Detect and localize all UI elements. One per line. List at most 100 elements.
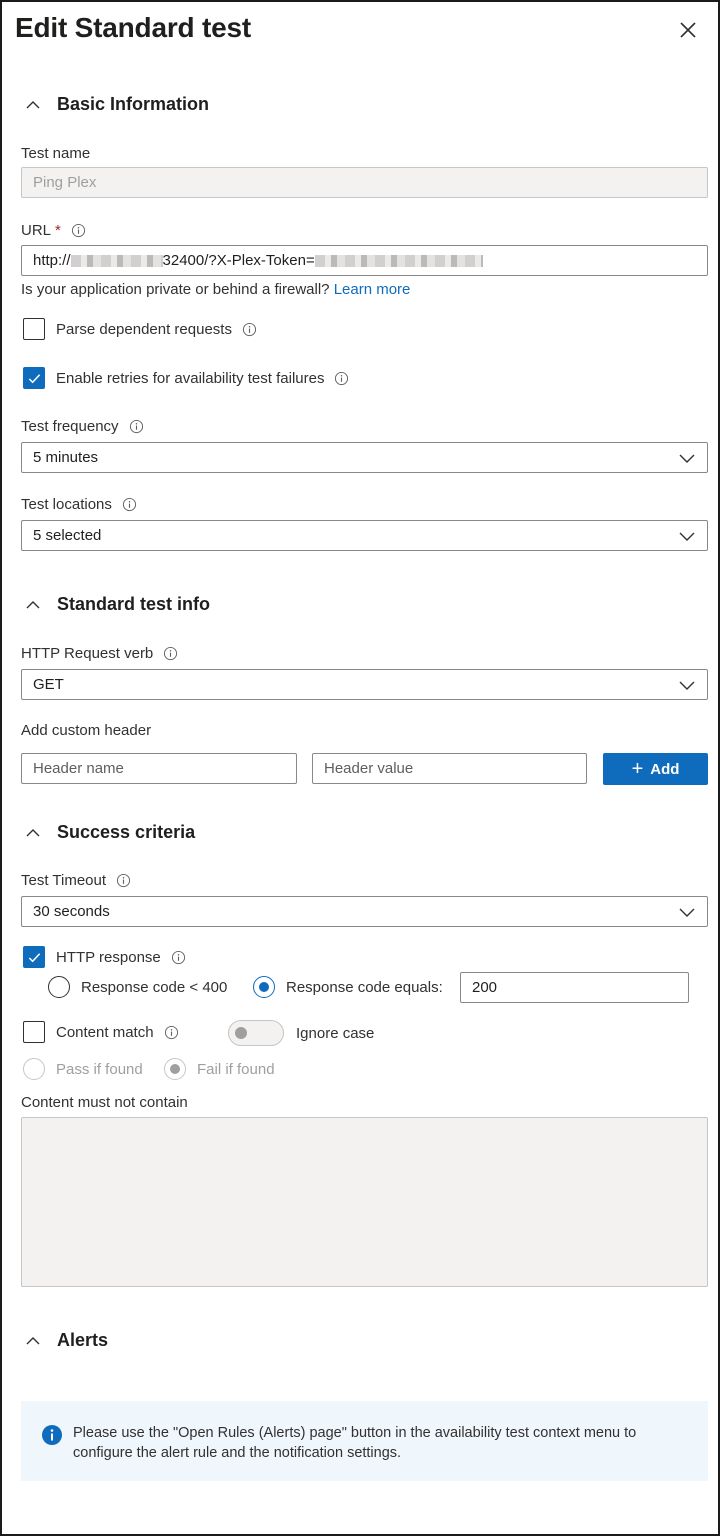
alerts-notice-line: Please use the "Open Rules (Alerts) page… [73, 1425, 637, 1441]
info-icon[interactable] [163, 646, 178, 661]
enable-retries-checkbox[interactable] [23, 367, 45, 389]
redacted-token [314, 254, 483, 267]
required-indicator: * [55, 222, 61, 239]
add-header-button[interactable]: + Add [603, 753, 708, 785]
test-locations-dropdown[interactable]: 5 selected [21, 520, 708, 551]
http-verb-dropdown[interactable]: GET [21, 669, 708, 700]
close-icon[interactable] [674, 16, 702, 44]
chevron-down-icon [679, 908, 695, 917]
info-filled-icon [42, 1425, 62, 1445]
radio-pass-if-found[interactable]: Pass if found [23, 1058, 143, 1080]
url-prefix: http:// [33, 252, 71, 269]
parse-dependent-label: Parse dependent requests [56, 320, 232, 338]
response-lt400-radio[interactable] [48, 976, 70, 998]
chevron-down-icon [679, 532, 695, 541]
test-frequency-label-text: Test frequency [21, 418, 119, 435]
section-heading: Alerts [57, 1330, 109, 1350]
http-verb-value: GET [33, 676, 64, 693]
edit-standard-test-panel: Edit Standard test Basic Information Tes… [0, 0, 720, 1536]
test-timeout-value: 30 seconds [33, 903, 110, 920]
response-code-input[interactable]: 200 [460, 972, 689, 1003]
http-response-label: HTTP response [56, 948, 161, 966]
section-basic-information[interactable]: Basic Information [21, 94, 209, 115]
checkmark-icon [28, 373, 40, 383]
chevron-up-icon [26, 1336, 40, 1344]
response-lt400-label: Response code < 400 [81, 978, 228, 996]
pass-if-found-label: Pass if found [56, 1060, 143, 1078]
chevron-up-icon [26, 828, 40, 836]
fail-if-found-radio[interactable] [164, 1058, 186, 1080]
fail-if-found-label: Fail if found [197, 1060, 275, 1078]
url-input[interactable]: http:// 32400/?X-Plex-Token= [21, 245, 708, 276]
test-timeout-label-text: Test Timeout [21, 872, 107, 889]
chevron-up-icon [26, 600, 40, 608]
url-label-text: URL [21, 222, 52, 239]
info-icon[interactable] [171, 950, 186, 965]
header-value-placeholder: Header value [324, 760, 414, 777]
http-response[interactable]: HTTP response [23, 946, 186, 968]
test-locations-value: 5 selected [33, 527, 102, 544]
pass-if-found-radio[interactable] [23, 1058, 45, 1080]
response-equals-label: Response code equals: [286, 978, 443, 996]
url-label: URL * [21, 222, 86, 239]
radio-response-equals[interactable]: Response code equals: [253, 976, 443, 998]
header-name-placeholder: Header name [33, 760, 124, 777]
info-icon[interactable] [164, 1025, 179, 1040]
header-name-input[interactable]: Header name [21, 753, 297, 784]
section-heading: Success criteria [57, 822, 196, 842]
test-name-value: Ping Plex [33, 174, 97, 191]
radio-response-lt400[interactable]: Response code < 400 [48, 976, 227, 998]
response-equals-radio[interactable] [253, 976, 275, 998]
test-frequency-label: Test frequency [21, 418, 144, 435]
content-match-label: Content match [56, 1023, 154, 1041]
plus-icon: + [631, 758, 644, 780]
chevron-down-icon [679, 454, 695, 463]
info-icon[interactable] [122, 497, 137, 512]
content-match[interactable]: Content match [23, 1021, 179, 1043]
info-icon[interactable] [116, 873, 131, 888]
ignore-case[interactable]: Ignore case [228, 1020, 374, 1046]
test-name-label: Test name [21, 145, 91, 162]
http-verb-label-text: HTTP Request verb [21, 645, 154, 662]
info-icon[interactable] [242, 322, 257, 337]
content-match-checkbox[interactable] [23, 1021, 45, 1043]
info-icon[interactable] [129, 419, 144, 434]
section-success-criteria[interactable]: Success criteria [21, 822, 195, 843]
info-icon[interactable] [71, 223, 86, 238]
radio-fail-if-found[interactable]: Fail if found [164, 1058, 275, 1080]
ignore-case-label: Ignore case [296, 1024, 375, 1042]
enable-retries[interactable]: Enable retries for availability test fai… [23, 367, 349, 389]
section-standard-test-info[interactable]: Standard test info [21, 594, 210, 615]
alerts-notice-text: Please use the "Open Rules (Alerts) page… [73, 1423, 636, 1463]
alerts-info-notice: Please use the "Open Rules (Alerts) page… [21, 1401, 708, 1481]
section-heading: Basic Information [57, 94, 210, 114]
section-heading: Standard test info [57, 594, 211, 614]
test-locations-label: Test locations [21, 496, 137, 513]
panel-title: Edit Standard test [15, 12, 251, 43]
response-code-value: 200 [472, 979, 498, 996]
chevron-down-icon [679, 681, 695, 690]
parse-dependent-requests[interactable]: Parse dependent requests [23, 318, 257, 340]
checkmark-icon [28, 952, 40, 962]
custom-header-label: Add custom header [21, 722, 152, 739]
parse-dependent-checkbox[interactable] [23, 318, 45, 340]
info-icon[interactable] [334, 371, 349, 386]
add-button-label: Add [650, 760, 680, 778]
firewall-hint: Is your application private or behind a … [21, 281, 410, 298]
redacted-host [70, 254, 163, 267]
learn-more-link[interactable]: Learn more [334, 281, 411, 298]
test-timeout-dropdown[interactable]: 30 seconds [21, 896, 708, 927]
ignore-case-toggle[interactable] [228, 1020, 284, 1046]
test-name-input: Ping Plex [21, 167, 708, 198]
must-not-contain-label: Content must not contain [21, 1094, 188, 1111]
content-textarea[interactable] [21, 1117, 708, 1287]
test-locations-label-text: Test locations [21, 496, 112, 513]
test-frequency-dropdown[interactable]: 5 minutes [21, 442, 708, 473]
header-value-input[interactable]: Header value [312, 753, 587, 784]
chevron-up-icon [26, 100, 40, 108]
alerts-notice-line: configure the alert rule and the notific… [73, 1445, 402, 1461]
http-response-checkbox[interactable] [23, 946, 45, 968]
section-alerts[interactable]: Alerts [21, 1330, 108, 1351]
url-middle: 32400/?X-Plex-Token= [162, 252, 315, 269]
http-verb-label: HTTP Request verb [21, 645, 178, 662]
